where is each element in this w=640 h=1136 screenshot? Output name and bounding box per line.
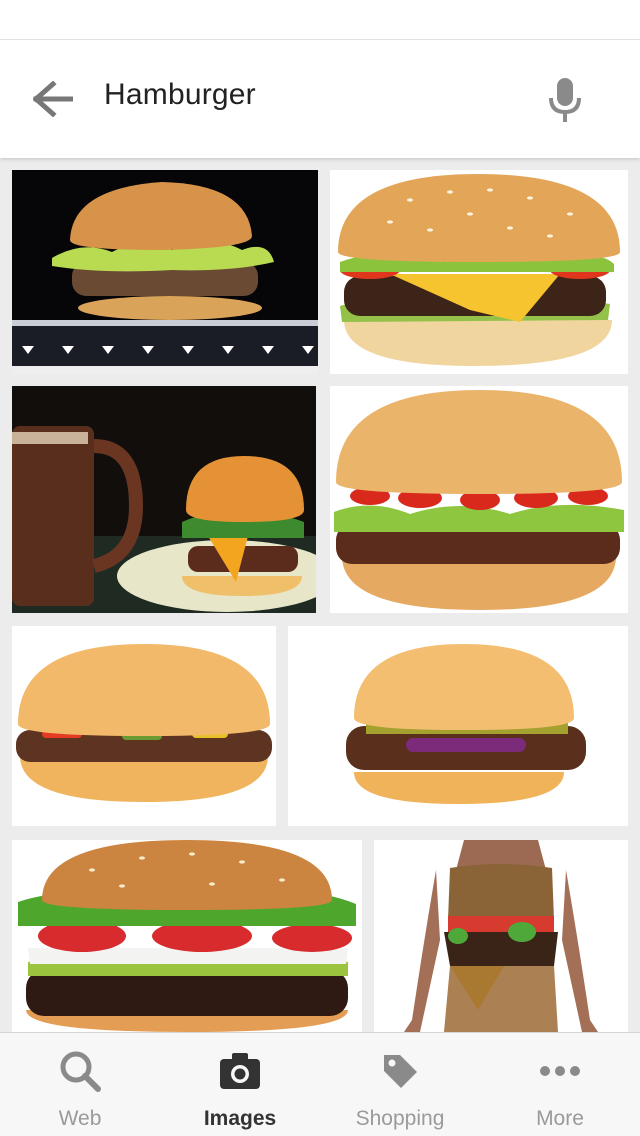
- nav-item-shopping[interactable]: Shopping: [320, 1033, 480, 1136]
- tag-icon: [378, 1049, 422, 1093]
- nav-label-images: Images: [203, 1107, 277, 1130]
- image-cheeseburger-tomato[interactable]: [330, 170, 628, 374]
- search-header: Hamburger: [0, 40, 640, 158]
- camera-icon: [218, 1049, 262, 1093]
- status-bar: [0, 0, 640, 40]
- search-query[interactable]: Hamburger: [104, 78, 256, 112]
- bottom-navigation: Web Images Shopping More: [0, 1032, 640, 1136]
- microphone-icon: [549, 78, 581, 122]
- image-burger-ketchup-lettuce[interactable]: [330, 386, 628, 613]
- more-icon: [538, 1049, 582, 1093]
- image-burger-close-up[interactable]: [12, 840, 362, 1032]
- nav-item-more[interactable]: More: [480, 1033, 640, 1136]
- back-arrow-icon: [33, 81, 73, 117]
- nav-label-shopping: Shopping: [355, 1107, 445, 1130]
- image-burger-onion-pickle[interactable]: [288, 626, 628, 826]
- nav-item-web[interactable]: Web: [0, 1033, 160, 1136]
- voice-search-button[interactable]: [540, 70, 590, 130]
- image-results-grid: [0, 158, 640, 1032]
- search-icon: [58, 1049, 102, 1093]
- image-plain-hamburger[interactable]: [12, 626, 276, 826]
- image-burger-mug[interactable]: [12, 386, 316, 613]
- nav-label-more: More: [536, 1107, 584, 1130]
- back-button[interactable]: [28, 76, 78, 122]
- nav-label-web: Web: [58, 1107, 102, 1130]
- nav-item-images[interactable]: Images: [160, 1033, 320, 1136]
- image-burger-lettuce-dark[interactable]: [12, 170, 318, 374]
- image-burger-dress[interactable]: [374, 840, 628, 1032]
